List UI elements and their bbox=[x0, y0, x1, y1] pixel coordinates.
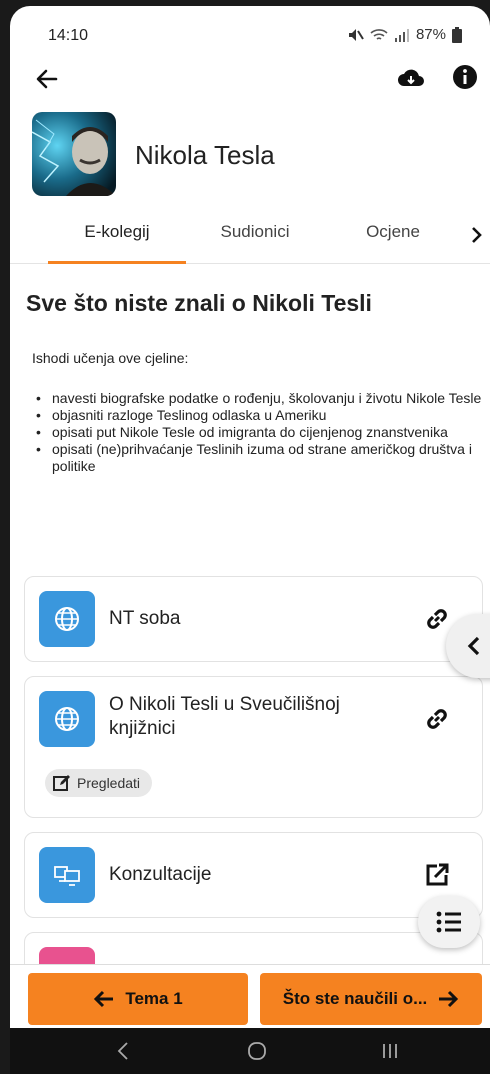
list-icon bbox=[436, 911, 461, 933]
outcome-item: navesti biografske podatke o rođenju, šk… bbox=[32, 390, 482, 407]
chevron-left-icon bbox=[467, 636, 480, 656]
top-app-bar bbox=[10, 58, 490, 98]
outcomes-list: navesti biografske podatke o rođenju, šk… bbox=[32, 390, 482, 475]
next-section-label: Što ste naučili o... bbox=[282, 989, 428, 1008]
section-title: Sve što niste znali o Nikoli Tesli bbox=[26, 290, 372, 316]
home-icon bbox=[248, 1042, 266, 1060]
activity-card-knjiznica[interactable]: O Nikoli Tesli u Sveučilišnoj knjižnici … bbox=[24, 676, 483, 818]
arrow-left-icon bbox=[36, 69, 58, 89]
next-section-button[interactable]: Što ste naučili o... bbox=[260, 973, 482, 1025]
chevron-left-icon bbox=[117, 1042, 128, 1060]
battery-percent: 87% bbox=[415, 26, 446, 43]
system-recents-button[interactable] bbox=[375, 1038, 405, 1064]
globe-icon bbox=[39, 691, 95, 747]
system-home-button[interactable] bbox=[242, 1038, 272, 1064]
prev-section-button[interactable]: Tema 1 bbox=[28, 973, 248, 1025]
link-icon[interactable] bbox=[423, 705, 451, 733]
tab-sudionici[interactable]: Sudionici bbox=[200, 222, 310, 264]
tab-e-kolegij[interactable]: E-kolegij bbox=[48, 222, 186, 264]
tab-bar: E-kolegij Sudionici Ocjene bbox=[10, 214, 490, 264]
signal-icon bbox=[394, 28, 409, 42]
course-index-button[interactable] bbox=[418, 896, 480, 948]
completion-badge: Pregledati bbox=[45, 769, 153, 797]
prev-section-label: Tema 1 bbox=[125, 989, 183, 1008]
activity-card-konzultacije[interactable]: Konzultacije bbox=[24, 832, 483, 918]
course-header: Nikola Tesla bbox=[10, 106, 490, 206]
outcomes-intro: Ishodi učenja ove cjeline: bbox=[32, 350, 189, 366]
download-button[interactable] bbox=[396, 64, 426, 94]
edit-icon bbox=[53, 775, 70, 791]
activity-title: NT soba bbox=[109, 608, 181, 629]
back-button[interactable] bbox=[32, 64, 62, 94]
outcome-item: objasniti razloge Teslinog odlaska u Ame… bbox=[32, 407, 482, 424]
info-button[interactable] bbox=[450, 62, 480, 92]
recents-icon bbox=[383, 1044, 397, 1058]
battery-icon bbox=[452, 26, 462, 43]
activity-card-nt-soba[interactable]: NT soba bbox=[24, 576, 483, 662]
computers-icon bbox=[39, 847, 95, 903]
outcome-item: opisati put Nikole Tesle od imigranta do… bbox=[32, 424, 482, 441]
mute-icon bbox=[348, 28, 364, 41]
arrow-left-icon bbox=[94, 990, 114, 1008]
badge-label: Pregledati bbox=[77, 775, 141, 791]
system-back-button[interactable] bbox=[108, 1038, 138, 1064]
globe-icon bbox=[39, 591, 95, 647]
status-icons: 87% bbox=[346, 26, 462, 43]
tabs-scroll-right-button[interactable] bbox=[465, 224, 487, 246]
cloud-download-icon bbox=[398, 69, 424, 86]
section-navigation: Tema 1 Što ste naučili o... bbox=[10, 964, 490, 1028]
info-icon bbox=[453, 65, 477, 89]
system-navigation-bar bbox=[10, 1028, 490, 1074]
phone-screen: 14:10 87% Nikola Tesla E-kolegij Sudioni… bbox=[10, 6, 490, 1074]
wifi-icon bbox=[370, 28, 388, 40]
course-title: Nikola Tesla bbox=[135, 140, 275, 170]
chevron-right-icon bbox=[472, 227, 482, 243]
status-time: 14:10 bbox=[48, 27, 89, 44]
external-link-icon[interactable] bbox=[423, 861, 451, 889]
tab-ocjene[interactable]: Ocjene bbox=[348, 222, 438, 264]
status-bar: 14:10 87% bbox=[10, 6, 490, 56]
activity-title: O Nikoli Tesli u Sveučilišnoj knjižnici bbox=[109, 694, 340, 739]
arrow-right-icon bbox=[439, 990, 459, 1008]
course-avatar bbox=[32, 112, 116, 196]
outcome-item: opisati (ne)prihvaćanje Teslinih izuma o… bbox=[32, 441, 482, 475]
activity-title: Konzultacije bbox=[109, 864, 212, 885]
link-icon[interactable] bbox=[423, 605, 451, 633]
